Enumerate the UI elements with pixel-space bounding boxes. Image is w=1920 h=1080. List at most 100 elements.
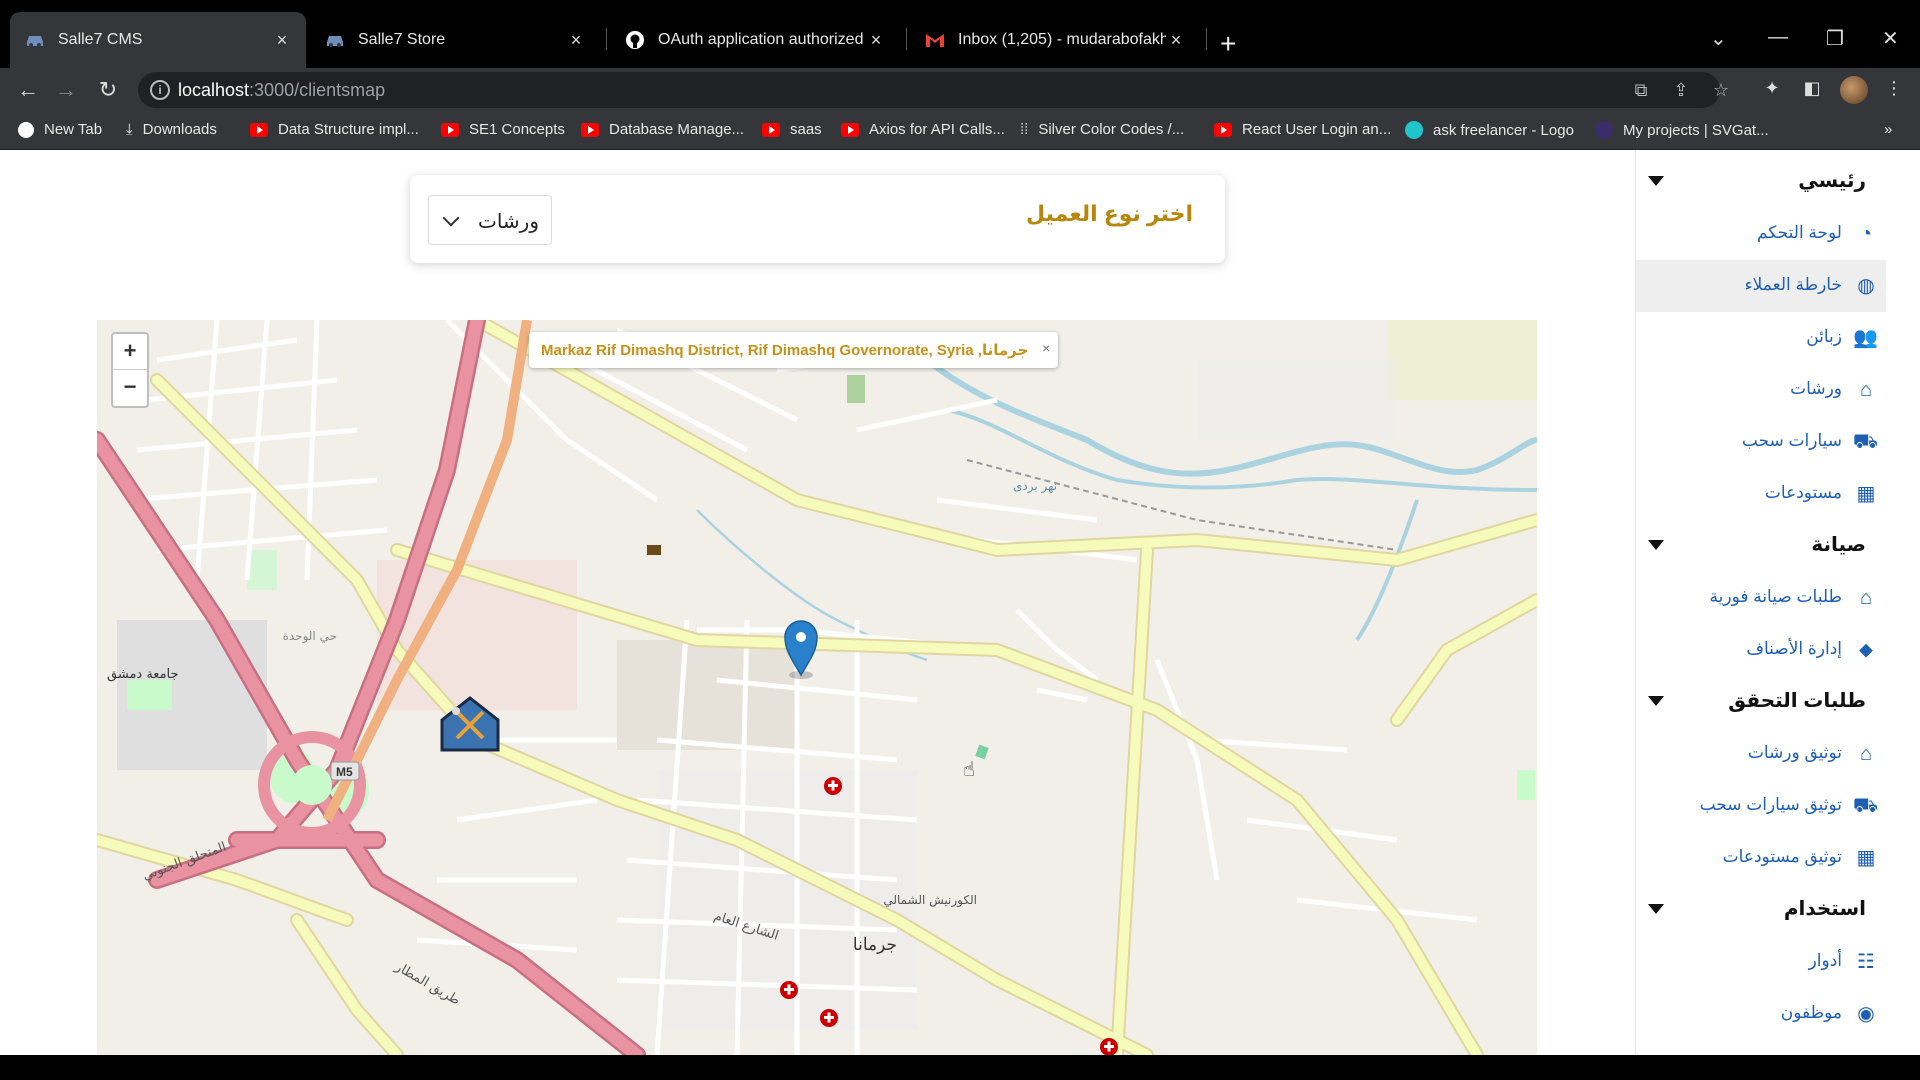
sidebar-item-label: توثيق سيارات سحب — [1699, 795, 1842, 814]
translate-icon[interactable]: ⧉ — [1630, 80, 1652, 102]
sidebar-item-warehouses[interactable]: ▦ مستودعات — [1636, 468, 1886, 520]
bookmark-database-manage[interactable]: Database Manage... — [581, 121, 744, 138]
bookmark-downloads[interactable]: ⤓ Downloads — [126, 121, 217, 138]
sidebar-item-label: توثيق ورشات — [1747, 743, 1842, 762]
map-label-jaramana: جرمانا — [853, 935, 897, 955]
address-bar[interactable]: i localhost:3000/clientsmap ⧉ ⇪ ☆ — [138, 72, 1729, 108]
grid-icon: ⁞⁞ — [1020, 121, 1029, 138]
share-icon[interactable]: ⇪ — [1670, 80, 1692, 102]
tab-separator — [606, 28, 607, 50]
chevron-down-icon — [442, 209, 460, 227]
bookmark-label: Database Manage... — [609, 121, 745, 138]
close-icon[interactable]: × — [1166, 30, 1186, 51]
bookmark-label: Data Structure impl... — [278, 121, 419, 138]
bookmark-silver-color-codes[interactable]: ⁞⁞ Silver Color Codes /... — [1020, 121, 1184, 138]
bookmark-label: Axios for API Calls... — [869, 121, 1005, 138]
zoom-out-button[interactable]: − — [113, 370, 147, 406]
window-close-icon[interactable]: ✕ — [1882, 26, 1899, 51]
bookmark-new-tab[interactable]: New Tab — [18, 121, 102, 138]
sidebar-item-roles[interactable]: ☷ أدوار — [1636, 936, 1886, 988]
bookmark-svgator[interactable]: My projects | SVGat... — [1595, 121, 1769, 139]
sidebar-item-categories[interactable]: ⬥ إدارة الأصناف — [1636, 624, 1886, 676]
sidebar-section-usage[interactable]: استخدام — [1636, 884, 1886, 936]
reload-icon[interactable]: ↻ — [94, 76, 122, 104]
youtube-icon — [581, 122, 599, 137]
section-title: طلبات التحقق — [1728, 690, 1866, 712]
sidebar-section-maintenance[interactable]: صيانة — [1636, 520, 1886, 572]
client-type-select[interactable]: ورشات — [428, 195, 552, 245]
extensions-icon[interactable]: ✦ — [1760, 78, 1784, 102]
bookmark-ask-freelancer[interactable]: ask freelancer - Logo — [1405, 121, 1574, 139]
close-icon[interactable]: × — [866, 30, 886, 51]
bookmark-star-icon[interactable]: ☆ — [1710, 80, 1732, 102]
clients-map[interactable]: M5 جرمانا نهر بردى الكورنيش الشمالي جامع… — [97, 320, 1537, 1055]
sidebar-item-label: أدوار — [1808, 951, 1842, 970]
chevron-double-right-icon: » — [1884, 121, 1893, 138]
sidebar-item-tow-trucks[interactable]: ⛟ سيارات سحب — [1636, 416, 1886, 468]
new-tab-button[interactable]: + — [1220, 30, 1236, 58]
bookmarks-overflow-button[interactable]: » — [1884, 121, 1892, 138]
sidebar-item-label: ورشات — [1790, 379, 1842, 398]
tab-title: Salle7 Store — [358, 31, 446, 48]
sidebar-item-employees[interactable]: ◉ موظفون — [1636, 988, 1886, 1040]
sidebar-item-workshops[interactable]: ⌂ ورشات — [1636, 364, 1886, 416]
close-icon[interactable]: × — [566, 30, 586, 51]
salle7-car-icon — [324, 29, 346, 51]
tab-oauth[interactable]: OAuth application authorized × — [610, 12, 900, 68]
map-tiles[interactable]: M5 جرمانا نهر بردى الكورنيش الشمالي جامع… — [97, 320, 1537, 1055]
sidebar-item-urgent-maintenance[interactable]: ⌂ طلبات صيانة فورية — [1636, 572, 1886, 624]
caret-down-icon — [1648, 540, 1664, 550]
sidebar-item-clients-map[interactable]: ◍ خارطة العملاء — [1636, 260, 1886, 312]
restore-icon[interactable]: ❐ — [1826, 26, 1844, 51]
zoom-in-button[interactable]: + — [113, 334, 147, 370]
bookmark-label: New Tab — [44, 121, 103, 138]
sidebar-item-verify-workshops[interactable]: ⌂ توثيق ورشات — [1636, 728, 1886, 780]
youtube-icon — [762, 122, 780, 137]
sidebar-item-dashboard[interactable]: ◔ لوحة التحكم — [1636, 208, 1886, 260]
back-icon[interactable]: ← — [14, 76, 42, 104]
sidebar-section-main[interactable]: رئيسي — [1636, 156, 1886, 208]
sidebar-item-label: لوحة التحكم — [1756, 223, 1842, 242]
menu-kebab-icon[interactable]: ⋮ — [1882, 78, 1906, 102]
map-label-university: جامعة دمشق — [107, 667, 179, 682]
tab-salle7-store[interactable]: Salle7 Store × — [310, 12, 600, 68]
sidebar-item-label: إدارة الأصناف — [1746, 639, 1842, 658]
tab-search-icon[interactable]: ⌄ — [1710, 26, 1727, 51]
bookmark-label: React User Login an... — [1242, 121, 1392, 138]
bookmark-saas[interactable]: saas — [762, 121, 822, 138]
canva-icon — [1405, 121, 1423, 139]
close-icon[interactable]: × — [272, 30, 292, 51]
sidebar-section-verification[interactable]: طلبات التحقق — [1636, 676, 1886, 728]
sidebar-item-label: توثيق مستودعات — [1722, 847, 1842, 866]
close-icon[interactable]: × — [1042, 340, 1050, 356]
sidebar-item-verify-tow-trucks[interactable]: ⛟ توثيق سيارات سحب — [1636, 780, 1886, 832]
bookmark-label: My projects | SVGat... — [1623, 121, 1769, 139]
bookmark-data-structure[interactable]: Data Structure impl... — [250, 121, 419, 138]
forward-icon[interactable]: → — [52, 76, 80, 104]
gmail-icon — [924, 29, 946, 51]
sidebar-item-verify-warehouses[interactable]: ▦ توثيق مستودعات — [1636, 832, 1886, 884]
warehouse-icon: ▦ — [1856, 483, 1876, 505]
side-panel-icon[interactable]: ◧ — [1800, 78, 1824, 102]
youtube-icon — [250, 122, 268, 137]
workshop-icon: ⌂ — [1859, 743, 1873, 765]
section-title: رئيسي — [1798, 170, 1866, 192]
bookmark-react-login[interactable]: React User Login an... — [1214, 121, 1391, 138]
avatar[interactable] — [1840, 76, 1868, 104]
bookmark-se1-concepts[interactable]: SE1 Concepts — [441, 121, 565, 138]
tow-truck-icon: ⛟ — [1852, 431, 1878, 453]
bookmark-label: ask freelancer - Logo — [1433, 121, 1574, 139]
sidebar-item-label: خارطة العملاء — [1744, 275, 1842, 294]
tab-salle7-cms[interactable]: Salle7 CMS × — [10, 12, 306, 68]
page-content: اختر نوع العميل ورشات M5 جرمانا نهر بردى… — [0, 150, 1920, 1055]
info-icon[interactable]: i — [150, 80, 170, 100]
tab-gmail[interactable]: Inbox (1,205) - mudarabofakher@ × — [910, 12, 1200, 68]
bottom-bar — [0, 1055, 1920, 1080]
map-label-hay-wahda: حي الوحدة — [283, 629, 337, 644]
globe-icon: ◍ — [1857, 275, 1875, 297]
sidebar-item-customers[interactable]: 👥 زبائن — [1636, 312, 1886, 364]
map-label-north-corniche: الكورنيش الشمالي — [883, 893, 977, 908]
bookmark-axios[interactable]: Axios for API Calls... — [841, 121, 1005, 138]
bookmark-label: Silver Color Codes /... — [1038, 121, 1185, 138]
minimize-icon[interactable]: — — [1768, 26, 1788, 49]
